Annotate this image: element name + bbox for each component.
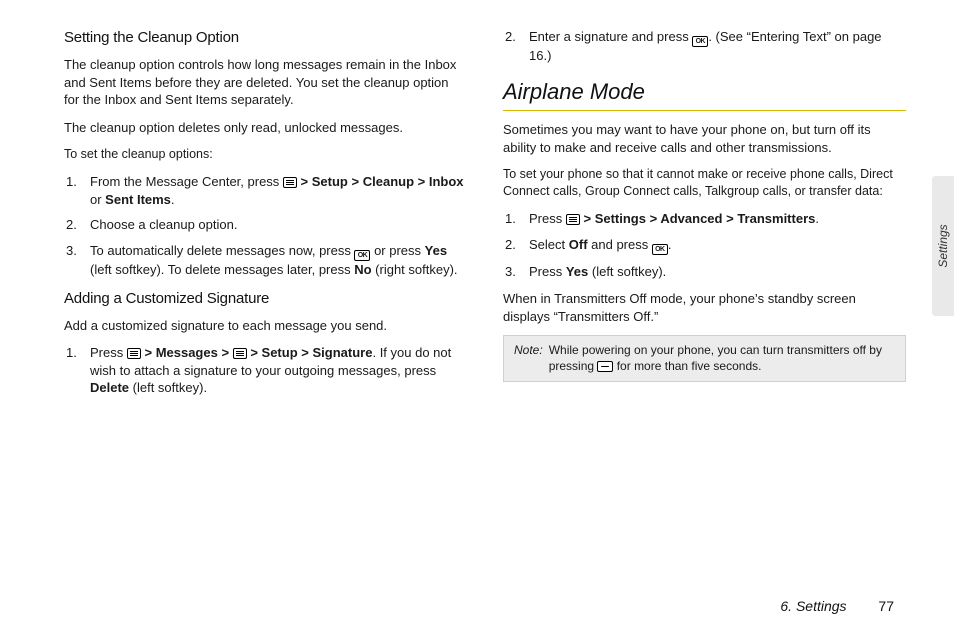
cleanup-desc-1: The cleanup option controls how long mes… (64, 56, 467, 109)
step-text: Select (529, 237, 569, 252)
delete-label: Delete (90, 380, 129, 395)
signature-steps: 1. Press > Messages > > Setup > Signatur… (64, 344, 467, 397)
list-item: 2. Enter a signature and press OK. (See … (523, 28, 906, 65)
step-text: Press (529, 264, 566, 279)
cleanup-steps: 1. From the Message Center, press > Setu… (64, 173, 467, 278)
ok-icon: OK (354, 250, 370, 261)
nav-sep: > (583, 211, 594, 226)
step-number: 2. (505, 236, 516, 254)
list-item: 1. Press > Messages > > Setup > Signatur… (84, 344, 467, 397)
left-column: Setting the Cleanup Option The cleanup o… (64, 28, 467, 407)
step-number: 2. (505, 28, 516, 46)
step-text: or press (370, 243, 424, 258)
step-number: 3. (66, 242, 77, 260)
signature-desc: Add a customized signature to each messa… (64, 317, 467, 335)
nav-setup: Setup (262, 345, 298, 360)
step-text: (left softkey). (129, 380, 207, 395)
signature-steps-cont: 2. Enter a signature and press OK. (See … (503, 28, 906, 65)
page-body: Setting the Cleanup Option The cleanup o… (0, 0, 954, 417)
airplane-intro: To set your phone so that it cannot make… (503, 166, 906, 200)
step-text: and press (588, 237, 652, 252)
transmitters-off-note: When in Transmitters Off mode, your phon… (503, 290, 906, 325)
airplane-desc-1: Sometimes you may want to have your phon… (503, 121, 906, 156)
step-text: Choose a cleanup option. (90, 217, 237, 232)
nav-sep: > (250, 345, 261, 360)
list-item: 2. Select Off and press OK. (523, 236, 906, 255)
ok-icon: OK (652, 244, 668, 255)
nav-sent: Sent Items (105, 192, 171, 207)
nav-advanced: Advanced (660, 211, 722, 226)
list-item: 3. Press Yes (left softkey). (523, 263, 906, 281)
cleanup-desc-2: The cleanup option deletes only read, un… (64, 119, 467, 137)
nav-sep: > (650, 211, 661, 226)
ok-icon: OK (692, 36, 708, 47)
off-label: Off (569, 237, 588, 252)
list-item: 3. To automatically delete messages now,… (84, 242, 467, 279)
step-number: 1. (66, 344, 77, 362)
step-text: From the Message Center, press (90, 174, 283, 189)
footer-chapter: 6. Settings (780, 598, 846, 614)
nav-sep: > (301, 345, 312, 360)
note-text: for more than five seconds. (613, 359, 761, 373)
nav-sep: > (144, 345, 155, 360)
step-text: To automatically delete messages now, pr… (90, 243, 354, 258)
step-text: Enter a signature and press (529, 29, 692, 44)
no-label: No (354, 262, 371, 277)
cleanup-intro: To set the cleanup options: (64, 146, 467, 163)
heading-airplane: Airplane Mode (503, 77, 906, 112)
step-text: (right softkey). (372, 262, 458, 277)
dot: . (171, 192, 175, 207)
note-label: Note: (514, 342, 543, 374)
menu-icon (233, 348, 247, 359)
side-tab-label: Settings (936, 224, 950, 267)
step-number: 1. (505, 210, 516, 228)
list-item: 1. Press > Settings > Advanced > Transmi… (523, 210, 906, 228)
step-text: (left softkey). To delete messages later… (90, 262, 354, 277)
note-box: Note: While powering on your phone, you … (503, 335, 906, 381)
airplane-steps: 1. Press > Settings > Advanced > Transmi… (503, 210, 906, 280)
step-text: Press (529, 211, 566, 226)
nav-sep: > (352, 174, 363, 189)
note-body: While powering on your phone, you can tu… (549, 342, 895, 374)
nav-settings: Settings (595, 211, 646, 226)
end-key-icon (597, 361, 613, 372)
side-tab: Settings (932, 176, 954, 316)
menu-icon (127, 348, 141, 359)
or-text: or (90, 192, 105, 207)
nav-inbox: Inbox (429, 174, 464, 189)
nav-setup: Setup (312, 174, 348, 189)
yes-label: Yes (566, 264, 588, 279)
nav-signature: Signature (313, 345, 373, 360)
nav-sep: > (418, 174, 429, 189)
list-item: 2. Choose a cleanup option. (84, 216, 467, 234)
nav-sep: > (726, 211, 737, 226)
nav-sep: > (221, 345, 232, 360)
right-column: 2. Enter a signature and press OK. (See … (503, 28, 906, 407)
nav-transmitters: Transmitters (737, 211, 815, 226)
step-number: 1. (66, 173, 77, 191)
nav-messages: Messages (156, 345, 218, 360)
dot: . (815, 211, 819, 226)
nav-cleanup: Cleanup (363, 174, 414, 189)
page-footer: 6. Settings 77 (780, 598, 894, 614)
list-item: 1. From the Message Center, press > Setu… (84, 173, 467, 208)
yes-label: Yes (425, 243, 447, 258)
menu-icon (283, 177, 297, 188)
step-number: 2. (66, 216, 77, 234)
footer-page-number: 77 (878, 598, 894, 614)
step-text: Press (90, 345, 127, 360)
step-text: (left softkey). (588, 264, 666, 279)
menu-icon (566, 214, 580, 225)
heading-signature: Adding a Customized Signature (64, 289, 467, 309)
step-number: 3. (505, 263, 516, 281)
dot: . (668, 237, 672, 252)
heading-cleanup: Setting the Cleanup Option (64, 28, 467, 48)
nav-sep: > (301, 174, 312, 189)
